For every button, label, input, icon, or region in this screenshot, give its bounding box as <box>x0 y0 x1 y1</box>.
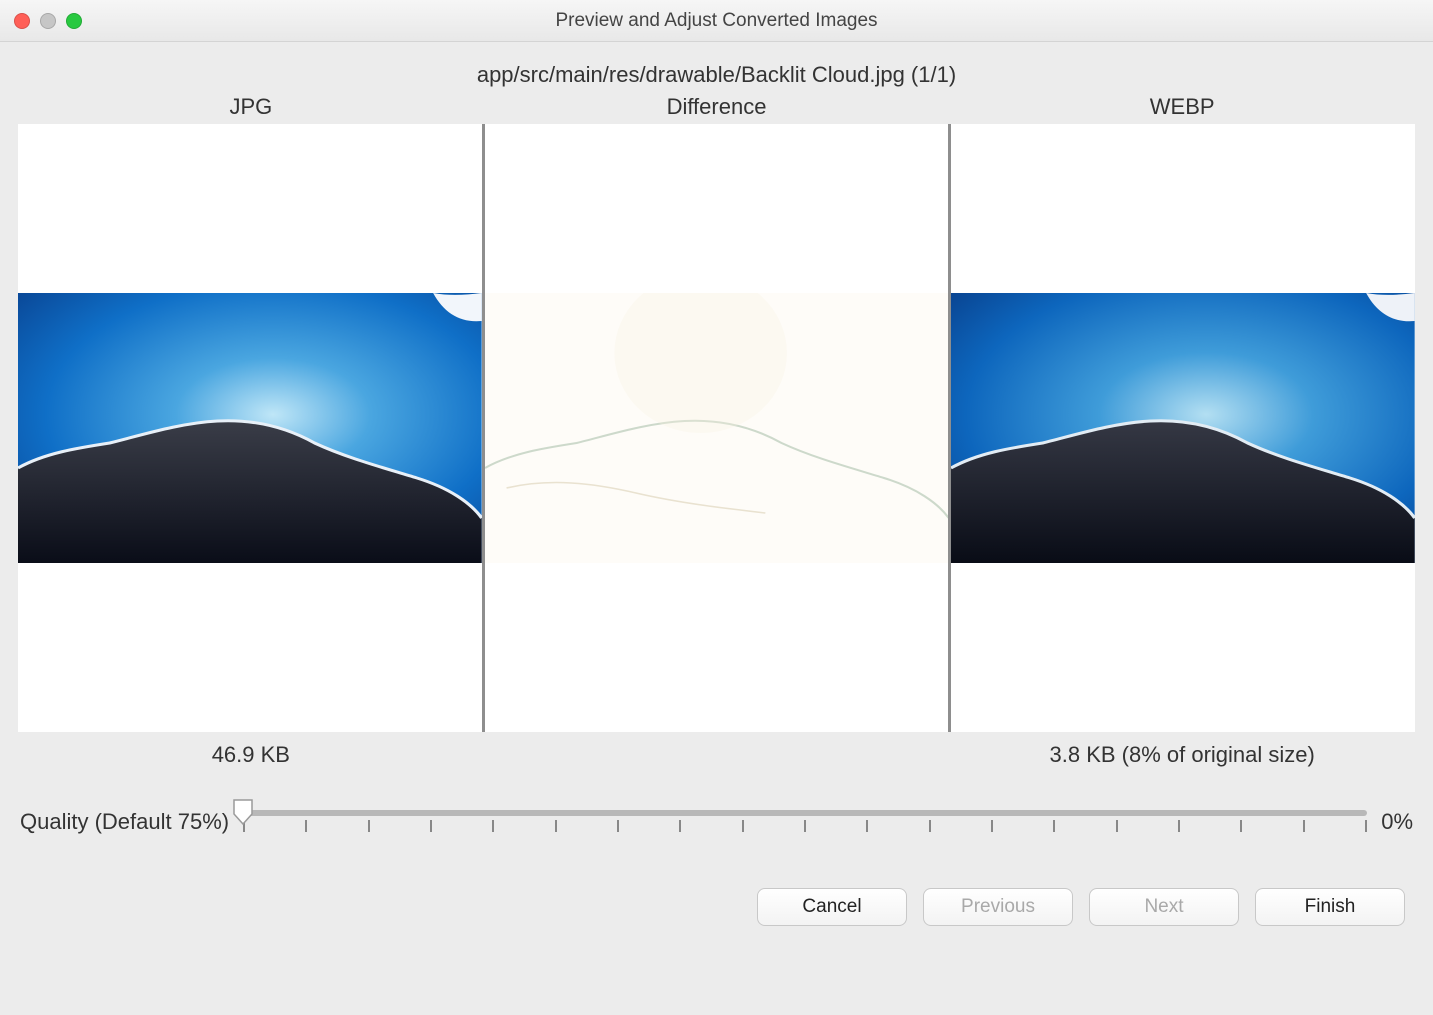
cancel-button[interactable]: Cancel <box>757 888 907 926</box>
previous-button[interactable]: Previous <box>923 888 1073 926</box>
next-button[interactable]: Next <box>1089 888 1239 926</box>
slider-ticks <box>243 820 1367 834</box>
slider-track <box>243 810 1367 816</box>
file-path: app/src/main/res/drawable/Backlit Cloud.… <box>18 62 1415 88</box>
button-row: Cancel Previous Next Finish <box>18 888 1415 926</box>
converted-image-pane <box>951 124 1415 732</box>
column-header-right: WEBP <box>949 94 1415 120</box>
slider-thumb[interactable] <box>232 798 254 826</box>
original-image <box>18 293 482 563</box>
size-middle-spacer <box>484 742 950 768</box>
column-header-left: JPG <box>18 94 484 120</box>
column-headers: JPG Difference WEBP <box>18 94 1415 120</box>
quality-row: Quality (Default 75%) 0% <box>18 802 1415 842</box>
quality-value: 0% <box>1381 809 1413 835</box>
converted-size: 3.8 KB (8% of original size) <box>949 742 1415 768</box>
difference-image <box>485 293 949 563</box>
original-size: 46.9 KB <box>18 742 484 768</box>
window-title: Preview and Adjust Converted Images <box>0 10 1433 32</box>
finish-button[interactable]: Finish <box>1255 888 1405 926</box>
preview-panes <box>18 124 1415 732</box>
size-row: 46.9 KB 3.8 KB (8% of original size) <box>18 742 1415 768</box>
converted-image <box>951 293 1415 563</box>
original-image-pane <box>18 124 482 732</box>
column-header-middle: Difference <box>484 94 950 120</box>
quality-slider[interactable] <box>243 802 1367 842</box>
quality-label: Quality (Default 75%) <box>20 809 229 835</box>
difference-image-pane <box>485 124 949 732</box>
titlebar: Preview and Adjust Converted Images <box>0 0 1433 42</box>
